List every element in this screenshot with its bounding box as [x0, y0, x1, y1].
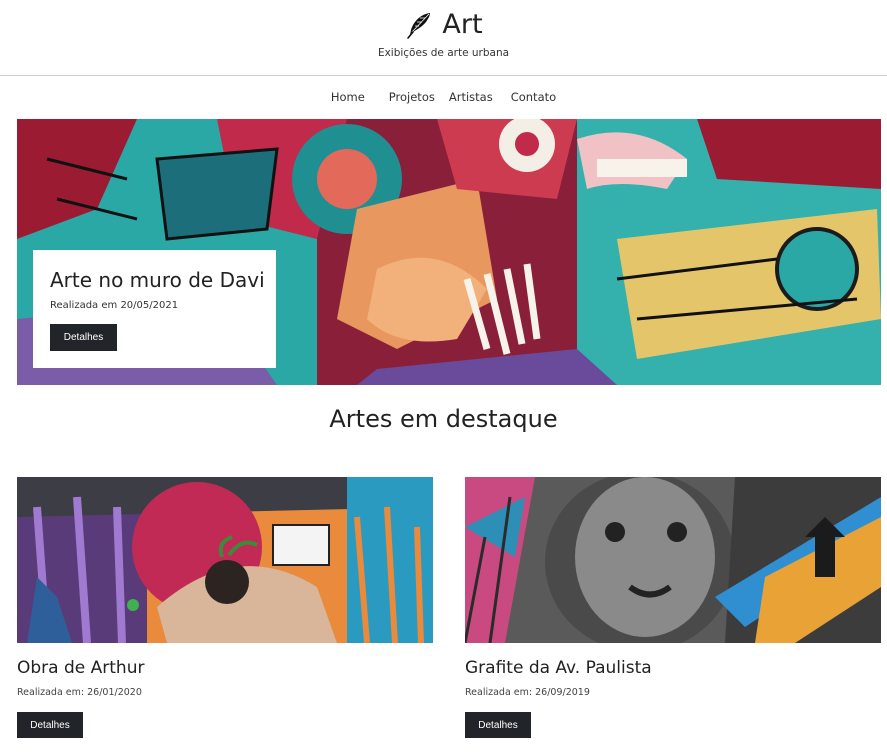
- card-date-arthur: Realizada em: 26/01/2020: [17, 687, 142, 698]
- nav-projetos[interactable]: Projetos: [389, 90, 435, 104]
- main-nav: Home Projetos Artistas Contato: [0, 90, 887, 104]
- nav-contato[interactable]: Contato: [511, 90, 556, 104]
- brand-title: Art: [442, 9, 483, 40]
- card-graffiti-image: [465, 477, 881, 643]
- card-details-button-arthur[interactable]: Detalhes: [17, 712, 83, 738]
- brand[interactable]: Art: [0, 8, 887, 42]
- quill-feather-icon: [407, 13, 431, 39]
- nav-home[interactable]: Home: [331, 90, 365, 104]
- card-title-paulista: Grafite da Av. Paulista: [465, 658, 652, 678]
- hero-date: Realizada em 20/05/2021: [50, 300, 179, 311]
- site-header: Art Exibições de arte urbana: [0, 0, 887, 76]
- featured-heading: Artes em destaque: [329, 405, 558, 433]
- card-title-arthur: Obra de Arthur: [17, 658, 145, 678]
- card-details-button-paulista[interactable]: Detalhes: [465, 712, 531, 738]
- nav-artistas[interactable]: Artistas: [449, 90, 493, 104]
- hero-banner: Arte no muro de Davi Realizada em 20/05/…: [17, 119, 881, 385]
- hero-caption-card: Arte no muro de Davi Realizada em 20/05/…: [33, 250, 276, 368]
- card-date-paulista: Realizada em: 26/09/2019: [465, 687, 590, 698]
- hero-details-button[interactable]: Detalhes: [50, 324, 117, 351]
- hero-title: Arte no muro de Davi: [50, 268, 265, 292]
- card-image-paulista[interactable]: [465, 477, 881, 643]
- card-image-arthur[interactable]: [17, 477, 433, 643]
- card-graffiti-image: [17, 477, 433, 643]
- tagline: Exibições de arte urbana: [377, 47, 510, 59]
